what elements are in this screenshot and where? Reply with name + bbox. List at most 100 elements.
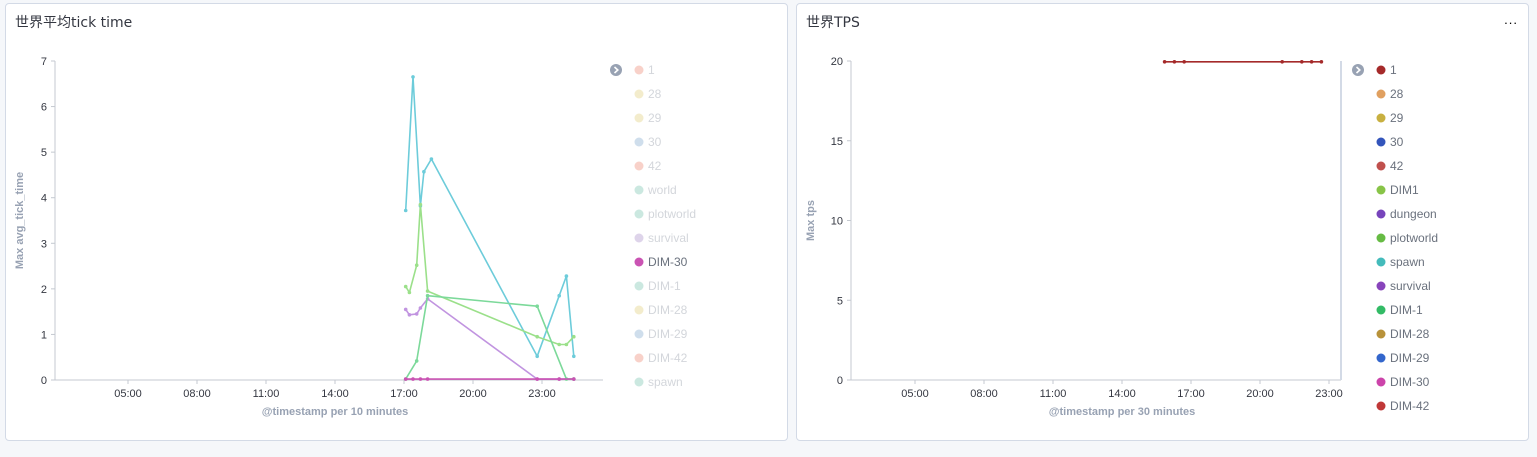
legend-swatch[interactable] [634, 353, 644, 363]
legend-swatch[interactable] [634, 137, 644, 147]
series-line-survival [405, 298, 574, 380]
x-tick-label: 20:00 [1246, 388, 1274, 400]
legend-swatch[interactable] [634, 65, 644, 75]
data-point [429, 157, 434, 161]
data-point [414, 312, 419, 316]
legend-swatch[interactable] [634, 305, 644, 315]
data-point [411, 377, 415, 381]
legend-toggle-icon[interactable] [610, 64, 622, 76]
legend-item-label[interactable]: survival [648, 231, 689, 245]
x-tick-label: 14:00 [1108, 388, 1136, 400]
x-tick-label: 11:00 [1040, 388, 1067, 400]
legend-swatch[interactable] [634, 377, 644, 387]
legend-item-label[interactable]: DIM-1 [1390, 303, 1423, 317]
legend-swatch[interactable] [634, 209, 644, 219]
y-axis-label: Max avg_tick_time [14, 172, 26, 269]
legend-swatch[interactable] [634, 329, 644, 339]
legend-item-label[interactable]: 30 [1390, 135, 1404, 149]
x-tick-label: 05:00 [901, 388, 929, 400]
legend-swatch[interactable] [1376, 185, 1386, 195]
legend-item-label[interactable]: 28 [1390, 87, 1404, 101]
y-tick-label: 20 [831, 56, 843, 68]
legend-swatch[interactable] [634, 89, 644, 99]
legend-swatch[interactable] [634, 161, 644, 171]
legend-item-label[interactable]: DIM-30 [648, 255, 688, 269]
legend-swatch[interactable] [634, 185, 644, 195]
legend-item-label[interactable]: 28 [648, 87, 662, 101]
legend-item-label[interactable]: spawn [648, 375, 683, 389]
legend-toggle-icon[interactable] [1352, 64, 1364, 76]
legend-swatch[interactable] [634, 113, 644, 123]
x-tick-label: 23:00 [528, 388, 556, 400]
x-tick-label: 20:00 [459, 388, 487, 400]
legend-item-label[interactable]: 29 [1390, 111, 1404, 125]
y-tick-label: 1 [41, 329, 47, 341]
x-tick-label: 08:00 [970, 388, 998, 400]
legend-item-label[interactable]: world [647, 183, 677, 197]
data-point [564, 274, 569, 278]
series-line-DIM-1 [405, 294, 574, 380]
legend-swatch[interactable] [1376, 281, 1386, 291]
legend-item-label[interactable]: 1 [1390, 63, 1397, 77]
legend-swatch[interactable] [1376, 113, 1386, 123]
x-tick-label: 17:00 [1177, 388, 1205, 400]
legend-item-label[interactable]: DIM-28 [1390, 327, 1430, 341]
legend-item-label[interactable]: DIM-30 [1390, 375, 1430, 389]
legend-item-label[interactable]: dungeon [1390, 207, 1437, 221]
legend-swatch[interactable] [1376, 401, 1386, 411]
y-tick-label: 4 [41, 193, 47, 205]
legend-swatch[interactable] [634, 233, 644, 243]
legend-swatch[interactable] [634, 257, 644, 267]
legend-item-label[interactable]: DIM-1 [648, 279, 681, 293]
legend-item-label[interactable]: plotworld [1390, 231, 1438, 245]
data-point [414, 359, 419, 363]
legend-swatch[interactable] [1376, 233, 1386, 243]
legend-swatch[interactable] [1376, 89, 1386, 99]
legend-item-label[interactable]: survival [1390, 279, 1431, 293]
legend-swatch[interactable] [1376, 329, 1386, 339]
legend-item-label[interactable]: plotworld [648, 207, 696, 221]
legend-item-label[interactable]: DIM-42 [1390, 399, 1430, 413]
y-tick-label: 0 [41, 375, 47, 387]
legend-item-label[interactable]: 42 [648, 159, 662, 173]
legend-item-label[interactable]: DIM-29 [1390, 351, 1430, 365]
legend-item-label[interactable]: spawn [1390, 255, 1425, 269]
data-point [1309, 60, 1314, 64]
data-point [403, 284, 408, 289]
data-point [1182, 60, 1186, 64]
y-tick-label: 2 [41, 284, 47, 296]
legend-swatch[interactable] [1376, 65, 1386, 75]
data-point [572, 377, 576, 381]
tps-panel: 世界TPS ... 0 5 10 15 20 05:00 08:00 11:00 14:00 17… [796, 3, 1529, 441]
data-point [407, 290, 412, 295]
legend-swatch[interactable] [1376, 257, 1386, 267]
legend-item-label[interactable]: 29 [648, 111, 662, 125]
x-tick-label: 14:00 [321, 388, 349, 400]
legend-item-label[interactable]: DIM-42 [648, 351, 688, 365]
data-point [535, 354, 539, 359]
legend-item-label[interactable]: 30 [648, 135, 662, 149]
y-tick-label: 6 [41, 102, 47, 114]
tick-time-panel: 世界平均tick time 0 1 2 3 4 5 6 7 05:00 08:00 11:00 14:… [5, 3, 788, 441]
y-tick-label: 5 [41, 147, 47, 159]
legend-swatch[interactable] [1376, 377, 1386, 387]
y-tick-label: 15 [831, 136, 843, 148]
y-axis-label: Max tps [805, 200, 817, 241]
legend-item-label[interactable]: DIM-29 [648, 327, 688, 341]
legend-swatch[interactable] [1376, 353, 1386, 363]
legend-swatch[interactable] [1376, 209, 1386, 219]
legend-swatch[interactable] [1376, 305, 1386, 315]
data-point [535, 377, 539, 381]
legend-swatch[interactable] [634, 281, 644, 291]
data-point [418, 377, 423, 381]
legend-swatch[interactable] [1376, 137, 1386, 147]
legend-item-label[interactable]: DIM1 [1390, 183, 1419, 197]
legend-item-label[interactable]: 42 [1390, 159, 1404, 173]
data-point [403, 208, 408, 213]
legend-swatch[interactable] [1376, 161, 1386, 171]
tps-chart: 0 5 10 15 20 05:00 08:00 11:00 14:00 17:00 20:00 23… [805, 56, 1438, 418]
legend-item-label[interactable]: 1 [648, 63, 655, 77]
legend-item-label[interactable]: DIM-28 [648, 303, 688, 317]
y-tick-label: 7 [41, 56, 47, 68]
y-tick-label: 0 [837, 375, 843, 387]
